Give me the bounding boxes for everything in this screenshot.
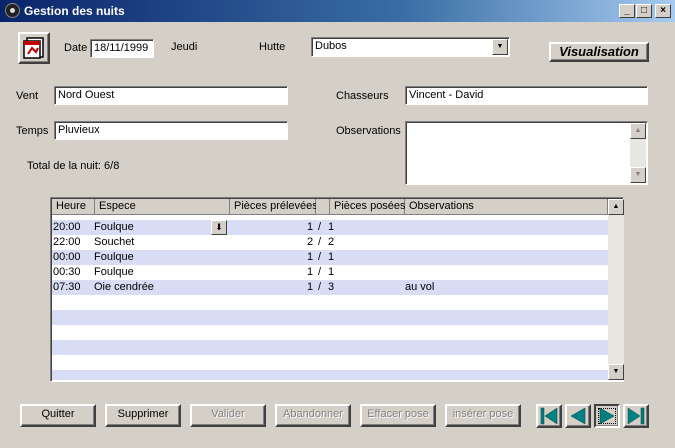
table-row[interactable]: 20:00 Foulque ⬇ 1 / 1 bbox=[52, 220, 608, 235]
vent-field[interactable]: Nord Ouest bbox=[54, 86, 288, 105]
scroll-up-icon[interactable]: ▲ bbox=[608, 199, 624, 215]
effacer-pose-label: Effacer pose bbox=[367, 408, 429, 420]
hutte-select[interactable]: Dubos ▼ bbox=[311, 37, 510, 57]
last-record-button[interactable] bbox=[623, 404, 649, 428]
inserer-pose-label: insérer pose bbox=[452, 408, 514, 420]
valider-button[interactable]: Valider bbox=[190, 404, 266, 427]
empty-row bbox=[52, 310, 608, 325]
abandonner-label: Abandonner bbox=[283, 408, 343, 420]
window-titlebar: Gestion des nuits _ □ × bbox=[0, 0, 675, 22]
empty-row bbox=[52, 370, 608, 380]
temps-label: Temps bbox=[16, 125, 49, 137]
grid-body: Heure Espece Pièces prélevées Pièces pos… bbox=[52, 199, 608, 380]
scroll-down-icon[interactable]: ▼ bbox=[630, 167, 646, 183]
first-record-icon bbox=[540, 407, 558, 425]
col-header-heure[interactable]: Heure bbox=[52, 199, 95, 215]
grid-scrollbar[interactable]: ▲ ▼ bbox=[608, 199, 624, 380]
first-record-button[interactable] bbox=[536, 404, 562, 428]
cell-sep: / bbox=[318, 281, 322, 293]
calendar-button[interactable] bbox=[18, 32, 50, 64]
scroll-up-icon[interactable]: ▲ bbox=[630, 123, 646, 139]
quitter-label: Quitter bbox=[41, 408, 75, 420]
cell-prelevees: 2 bbox=[307, 236, 314, 248]
observations-label: Observations bbox=[336, 125, 401, 137]
records-grid[interactable]: Heure Espece Pièces prélevées Pièces pos… bbox=[50, 197, 624, 382]
table-row[interactable]: 00:30 Foulque 1 / 1 bbox=[52, 265, 608, 280]
cell-heure: 20:00 bbox=[53, 221, 81, 233]
vent-label: Vent bbox=[16, 90, 39, 102]
cell-prelevees: 1 bbox=[307, 266, 314, 278]
col-header-prelevees[interactable]: Pièces prélevées bbox=[230, 199, 318, 215]
empty-row bbox=[52, 325, 608, 340]
cell-heure: 00:30 bbox=[53, 266, 81, 278]
maximize-button[interactable]: □ bbox=[636, 4, 652, 18]
app-icon bbox=[5, 3, 20, 18]
observations-scrollbar[interactable]: ▲ ▼ bbox=[630, 123, 646, 183]
day-label: Jeudi bbox=[171, 41, 198, 53]
date-field[interactable]: 18/11/1999 bbox=[90, 39, 154, 58]
col-header-posees[interactable]: Pièces posées bbox=[330, 199, 406, 215]
window-title: Gestion des nuits bbox=[24, 4, 125, 18]
observations-textarea[interactable]: ▲ ▼ bbox=[405, 121, 648, 185]
supprimer-label: Supprimer bbox=[117, 408, 169, 420]
close-button[interactable]: × bbox=[655, 4, 671, 18]
valider-label: Valider bbox=[211, 408, 245, 420]
total-label: Total de la nuit: 6/8 bbox=[27, 160, 120, 172]
minimize-button[interactable]: _ bbox=[619, 4, 635, 18]
cell-prelevees: 1 bbox=[307, 281, 314, 293]
dropdown-arrow-icon[interactable]: ⬇ bbox=[211, 220, 227, 235]
next-record-button[interactable] bbox=[594, 404, 620, 428]
cell-espece: Foulque bbox=[94, 221, 134, 233]
scroll-down-icon[interactable]: ▼ bbox=[608, 364, 624, 380]
cell-espece: Oie cendrée bbox=[94, 281, 154, 293]
chasseurs-label: Chasseurs bbox=[336, 90, 389, 102]
cell-sep: / bbox=[318, 266, 322, 278]
cell-obs: au vol bbox=[405, 281, 435, 293]
previous-record-button[interactable] bbox=[565, 404, 591, 428]
col-header-sep[interactable] bbox=[316, 199, 330, 215]
table-row[interactable]: 00:00 Foulque 1 / 1 bbox=[52, 250, 608, 265]
empty-row bbox=[52, 340, 608, 355]
mode-button[interactable]: Visualisation bbox=[549, 42, 649, 62]
cell-posees: 3 bbox=[328, 281, 335, 293]
empty-row bbox=[52, 295, 608, 310]
cell-posees: 1 bbox=[328, 221, 335, 233]
chasseurs-field[interactable]: Vincent - David bbox=[405, 86, 648, 105]
cell-espece: Souchet bbox=[94, 236, 135, 248]
cell-posees: 1 bbox=[328, 251, 335, 263]
table-row[interactable]: 22:00 Souchet 2 / 2 bbox=[52, 235, 608, 250]
cell-posees: 2 bbox=[328, 236, 335, 248]
cell-sep: / bbox=[318, 236, 322, 248]
cell-prelevees: 1 bbox=[307, 221, 314, 233]
cell-heure: 22:00 bbox=[53, 236, 81, 248]
cell-heure: 07:30 bbox=[53, 281, 81, 293]
next-record-icon bbox=[599, 407, 615, 425]
inserer-pose-button[interactable]: insérer pose bbox=[445, 404, 521, 427]
last-record-icon bbox=[627, 407, 645, 425]
hutte-select-value: Dubos bbox=[315, 40, 347, 52]
cell-prelevees: 1 bbox=[307, 251, 314, 263]
cell-heure: 00:00 bbox=[53, 251, 81, 263]
cell-espece: Foulque bbox=[94, 251, 134, 263]
hutte-label: Hutte bbox=[259, 41, 286, 53]
col-header-espece[interactable]: Espece bbox=[95, 199, 230, 215]
effacer-pose-button[interactable]: Effacer pose bbox=[360, 404, 436, 427]
quitter-button[interactable]: Quitter bbox=[20, 404, 96, 427]
calendar-icon bbox=[23, 37, 44, 59]
temps-field[interactable]: Pluvieux bbox=[54, 121, 288, 140]
date-label: Date bbox=[64, 42, 88, 54]
cell-posees: 1 bbox=[328, 266, 335, 278]
empty-row bbox=[52, 355, 608, 370]
abandonner-button[interactable]: Abandonner bbox=[275, 404, 351, 427]
cell-sep: / bbox=[318, 251, 322, 263]
cell-espece: Foulque bbox=[94, 266, 134, 278]
table-row[interactable]: 07:30 Oie cendrée 1 / 3 au vol bbox=[52, 280, 608, 295]
previous-record-icon bbox=[570, 407, 586, 425]
supprimer-button[interactable]: Supprimer bbox=[105, 404, 181, 427]
chevron-down-icon[interactable]: ▼ bbox=[492, 39, 508, 55]
cell-sep: / bbox=[318, 221, 322, 233]
col-header-observations[interactable]: Observations bbox=[405, 199, 608, 215]
